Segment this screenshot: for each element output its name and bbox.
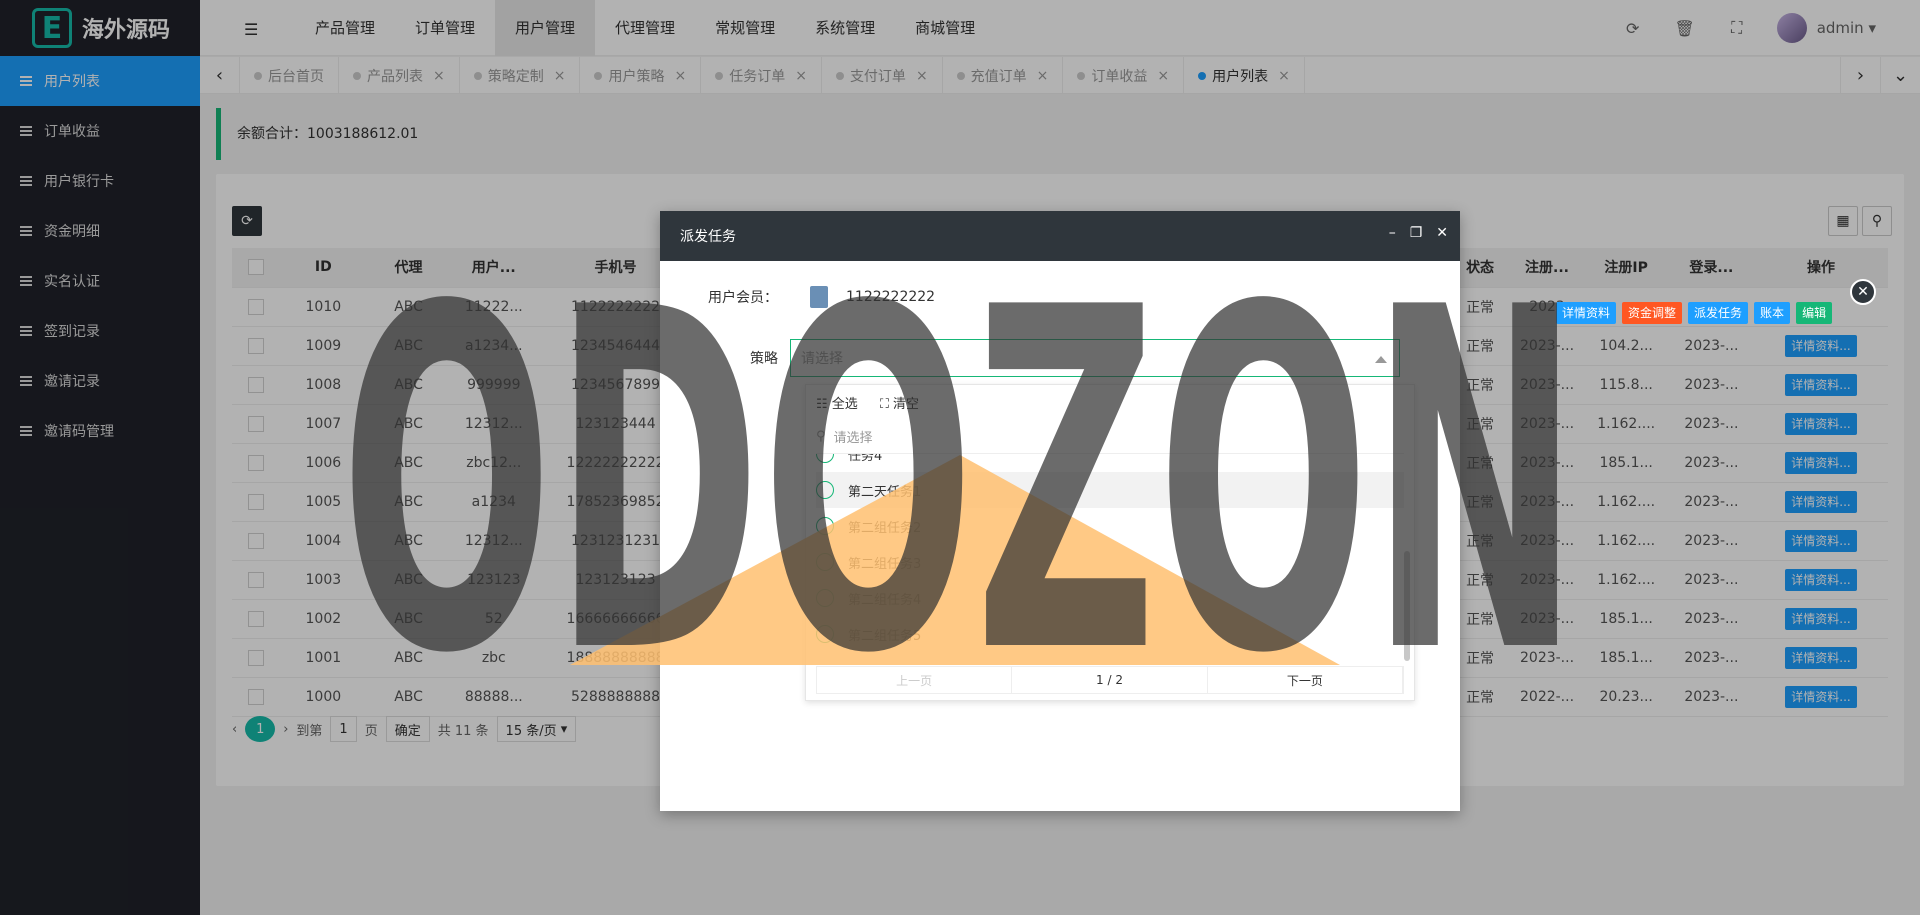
option-label: 第二天任务1 <box>848 484 922 500</box>
strategy-option[interactable]: 第二天任务1 <box>816 472 1404 508</box>
dialog-title: 派发任务 <box>680 229 736 245</box>
search-icon: ⚲ <box>816 429 826 444</box>
strategy-option[interactable]: 第二组任务2 <box>806 508 1414 544</box>
strategy-option[interactable]: 第二组任务4 <box>806 580 1414 616</box>
radio-icon <box>816 625 834 643</box>
strategy-select[interactable]: 请选择 <box>790 339 1400 377</box>
strategy-option[interactable]: 第二组任务5 <box>806 616 1414 652</box>
clear-button[interactable]: ⛶ 清空 <box>880 393 919 412</box>
select-placeholder: 请选择 <box>801 351 843 367</box>
dropdown-next-button[interactable]: 下一页 <box>1208 667 1403 693</box>
row-op-button[interactable]: 详情资料 <box>1556 302 1617 324</box>
option-label: 第二组任务3 <box>848 556 922 572</box>
close-icon[interactable]: ✕ <box>1850 279 1876 305</box>
dropdown-search-input[interactable]: ⚲ 请选择 <box>816 420 1404 454</box>
minimize-icon[interactable]: – <box>1389 225 1396 241</box>
file-icon <box>810 286 828 308</box>
maximize-icon[interactable]: ❐ <box>1410 225 1423 241</box>
strategy-label: 策略 <box>750 351 778 367</box>
strategy-dropdown: ☷ 全选 ⛶ 清空 ⚲ 请选择 任务4 第二天任务1 第二组任务2 第二组任务3 第二组… <box>805 384 1415 701</box>
dropdown-prev-button[interactable]: 上一页 <box>817 667 1013 693</box>
option-label: 第二组任务5 <box>848 628 922 644</box>
row-op-button[interactable]: 账本 <box>1754 302 1791 324</box>
dispatch-task-dialog: 派发任务 – ❐ ✕ 用户会员： 1122222222 策略 请选择 ☷ 全选 … <box>660 211 1460 811</box>
dialog-close-icon[interactable]: ✕ <box>1436 225 1448 241</box>
radio-icon <box>816 589 834 607</box>
row-op-button[interactable]: 派发任务 <box>1688 302 1749 324</box>
search-placeholder: 请选择 <box>833 431 873 446</box>
row-op-button[interactable]: 编辑 <box>1796 302 1833 324</box>
dropdown-scrollbar[interactable] <box>1404 551 1410 661</box>
clear-label: 清空 <box>893 397 920 412</box>
radio-icon <box>816 553 834 571</box>
option-label: 第二组任务2 <box>848 520 922 536</box>
radio-icon <box>816 481 834 499</box>
dropdown-page-indicator: 1 / 2 <box>1012 667 1208 693</box>
option-label: 任务4 <box>848 454 883 464</box>
strategy-option[interactable]: 任务4 <box>806 454 1414 472</box>
dropdown-pager: 上一页 1 / 2 下一页 <box>816 666 1404 694</box>
caret-up-icon <box>1375 356 1387 363</box>
radio-icon <box>816 454 834 463</box>
select-all-button[interactable]: ☷ 全选 <box>816 393 858 412</box>
member-value: 1122222222 <box>846 289 936 305</box>
radio-icon <box>816 517 834 535</box>
row-ops: 详情资料 资金调整 派发任务 账本 编辑 <box>1556 302 1833 324</box>
select-all-label: 全选 <box>831 397 858 412</box>
row-op-button[interactable]: 资金调整 <box>1622 302 1683 324</box>
member-label: 用户会员： <box>708 290 778 306</box>
strategy-option[interactable]: 第二组任务3 <box>806 544 1414 580</box>
option-label: 第二组任务4 <box>848 592 922 608</box>
